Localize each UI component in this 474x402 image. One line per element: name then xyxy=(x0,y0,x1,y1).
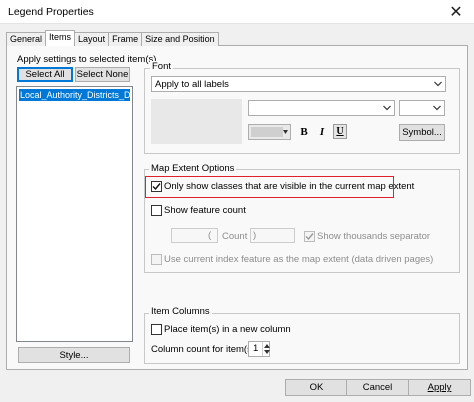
tab-general[interactable]: General xyxy=(6,32,47,46)
item-columns-group-title: Item Columns xyxy=(149,306,212,317)
symbol-button[interactable]: Symbol... xyxy=(399,124,445,141)
font-size-combo[interactable] xyxy=(399,100,445,116)
dropdown-arrow-icon xyxy=(283,130,288,134)
column-count-stepper[interactable] xyxy=(262,342,270,356)
chevron-up-icon[interactable] xyxy=(264,344,270,348)
thousands-separator-label: Show thousands separator xyxy=(317,231,431,242)
cancel-button[interactable]: Cancel xyxy=(346,379,409,396)
show-feature-count-checkbox[interactable] xyxy=(151,205,162,216)
tab-frame[interactable]: Frame xyxy=(108,32,143,46)
select-none-button[interactable]: Select None xyxy=(75,67,130,82)
window-title: Legend Properties xyxy=(8,6,94,18)
map-extent-group-title: Map Extent Options xyxy=(149,163,237,174)
tab-size-and-position[interactable]: Size and Position xyxy=(141,32,219,46)
count-label: Count xyxy=(222,231,248,242)
chevron-down-icon[interactable] xyxy=(264,350,270,354)
item-columns-group xyxy=(144,313,460,364)
font-name-combo[interactable] xyxy=(248,100,395,116)
only-show-visible-label[interactable]: Only show classes that are visible in th… xyxy=(164,181,414,192)
list-item[interactable]: Local_Authority_Districts_Dec xyxy=(19,89,130,101)
tab-strip: General Items Layout Frame Size and Posi… xyxy=(6,30,219,46)
apply-to-labels-combo[interactable]: Apply to all labels xyxy=(151,76,446,92)
chevron-down-icon xyxy=(433,105,441,111)
font-color-button[interactable] xyxy=(248,124,291,140)
index-feature-extent-label: Use current index feature as the map ext… xyxy=(164,254,434,265)
apply-button-label: Apply xyxy=(427,382,452,393)
only-show-visible-checkbox[interactable] xyxy=(151,181,162,192)
chevron-down-icon xyxy=(434,81,442,87)
font-group-title: Font xyxy=(150,61,174,72)
show-feature-count-label[interactable]: Show feature count xyxy=(164,205,246,216)
checkmark-icon xyxy=(152,183,161,191)
italic-button[interactable]: I xyxy=(315,125,329,139)
underline-button[interactable]: U xyxy=(333,124,347,139)
checkmark-icon xyxy=(305,233,314,241)
bold-button[interactable]: B xyxy=(297,125,311,139)
close-paren-text: ) xyxy=(253,230,257,241)
index-feature-extent-checkbox[interactable] xyxy=(151,254,162,265)
font-preview-box xyxy=(151,99,242,144)
tab-layout[interactable]: Layout xyxy=(74,32,110,46)
tab-items[interactable]: Items xyxy=(45,30,76,46)
font-color-swatch xyxy=(251,127,283,137)
style-button[interactable]: Style... xyxy=(18,347,130,363)
new-column-checkbox[interactable] xyxy=(151,324,162,335)
apply-settings-label: Apply settings to selected item(s) xyxy=(17,54,157,65)
chevron-down-icon xyxy=(383,105,391,111)
close-button[interactable]: ✕ xyxy=(438,0,474,23)
apply-button[interactable]: Apply xyxy=(408,379,471,396)
select-all-button[interactable]: Select All xyxy=(17,67,73,82)
style-button-label: Style... xyxy=(59,349,89,361)
column-count-label: Column count for item(s) xyxy=(151,344,256,355)
legend-items-list[interactable]: Local_Authority_Districts_Dec xyxy=(16,86,133,342)
thousands-separator-checkbox[interactable] xyxy=(304,231,315,242)
column-count-value: 1 xyxy=(253,343,259,354)
ok-button[interactable]: OK xyxy=(285,379,348,396)
close-icon: ✕ xyxy=(449,3,463,21)
open-paren-text: ( xyxy=(208,230,212,241)
new-column-label[interactable]: Place item(s) in a new column xyxy=(164,324,291,335)
apply-to-labels-value: Apply to all labels xyxy=(155,78,229,90)
count-suffix-field[interactable] xyxy=(250,228,295,243)
